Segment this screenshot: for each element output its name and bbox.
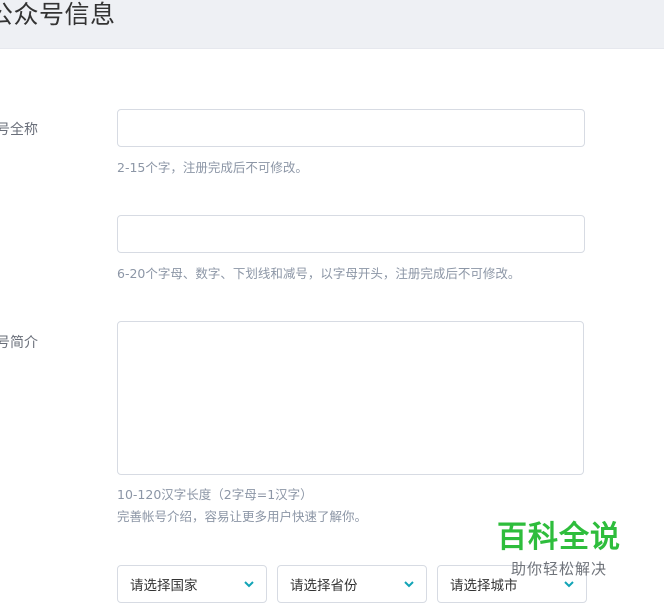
wechat-id-field[interactable] (117, 215, 585, 253)
page-header: 公众号信息 (0, 0, 664, 49)
country-select-value: 请选择国家 (130, 578, 198, 594)
name-hint: 2-15个字，注册完成后不可修改。 (117, 160, 308, 175)
intro-textarea[interactable] (118, 322, 583, 474)
province-select-value: 请选择省份 (290, 578, 358, 594)
intro-hint-description: 完善帐号介绍，容易让更多用户快速了解你。 (117, 509, 368, 524)
wechat-id-hint: 6-20个字母、数字、下划线和减号，以字母开头，注册完成后不可修改。 (117, 266, 521, 281)
intro-field[interactable] (117, 321, 584, 475)
city-select[interactable]: 请选择城市 (437, 565, 587, 603)
city-select-value: 请选择城市 (450, 578, 518, 594)
name-field[interactable] (117, 109, 585, 147)
location-label-mark: · (0, 574, 2, 584)
wechat-id-input[interactable] (118, 216, 584, 252)
intro-hint-length: 10-120汉字长度（2字母=1汉字） (117, 487, 313, 502)
watermark-title: 百科全说 (497, 520, 621, 555)
province-select[interactable]: 请选择省份 (277, 565, 427, 603)
chevron-down-icon (244, 581, 254, 588)
name-input[interactable] (118, 110, 584, 146)
chevron-down-icon (404, 581, 414, 588)
page-title: 公众号信息 (0, 0, 116, 29)
intro-label: 号简介 (0, 335, 38, 351)
country-select[interactable]: 请选择国家 (117, 565, 267, 603)
chevron-down-icon (564, 581, 574, 588)
name-label: 号全称 (0, 122, 38, 138)
